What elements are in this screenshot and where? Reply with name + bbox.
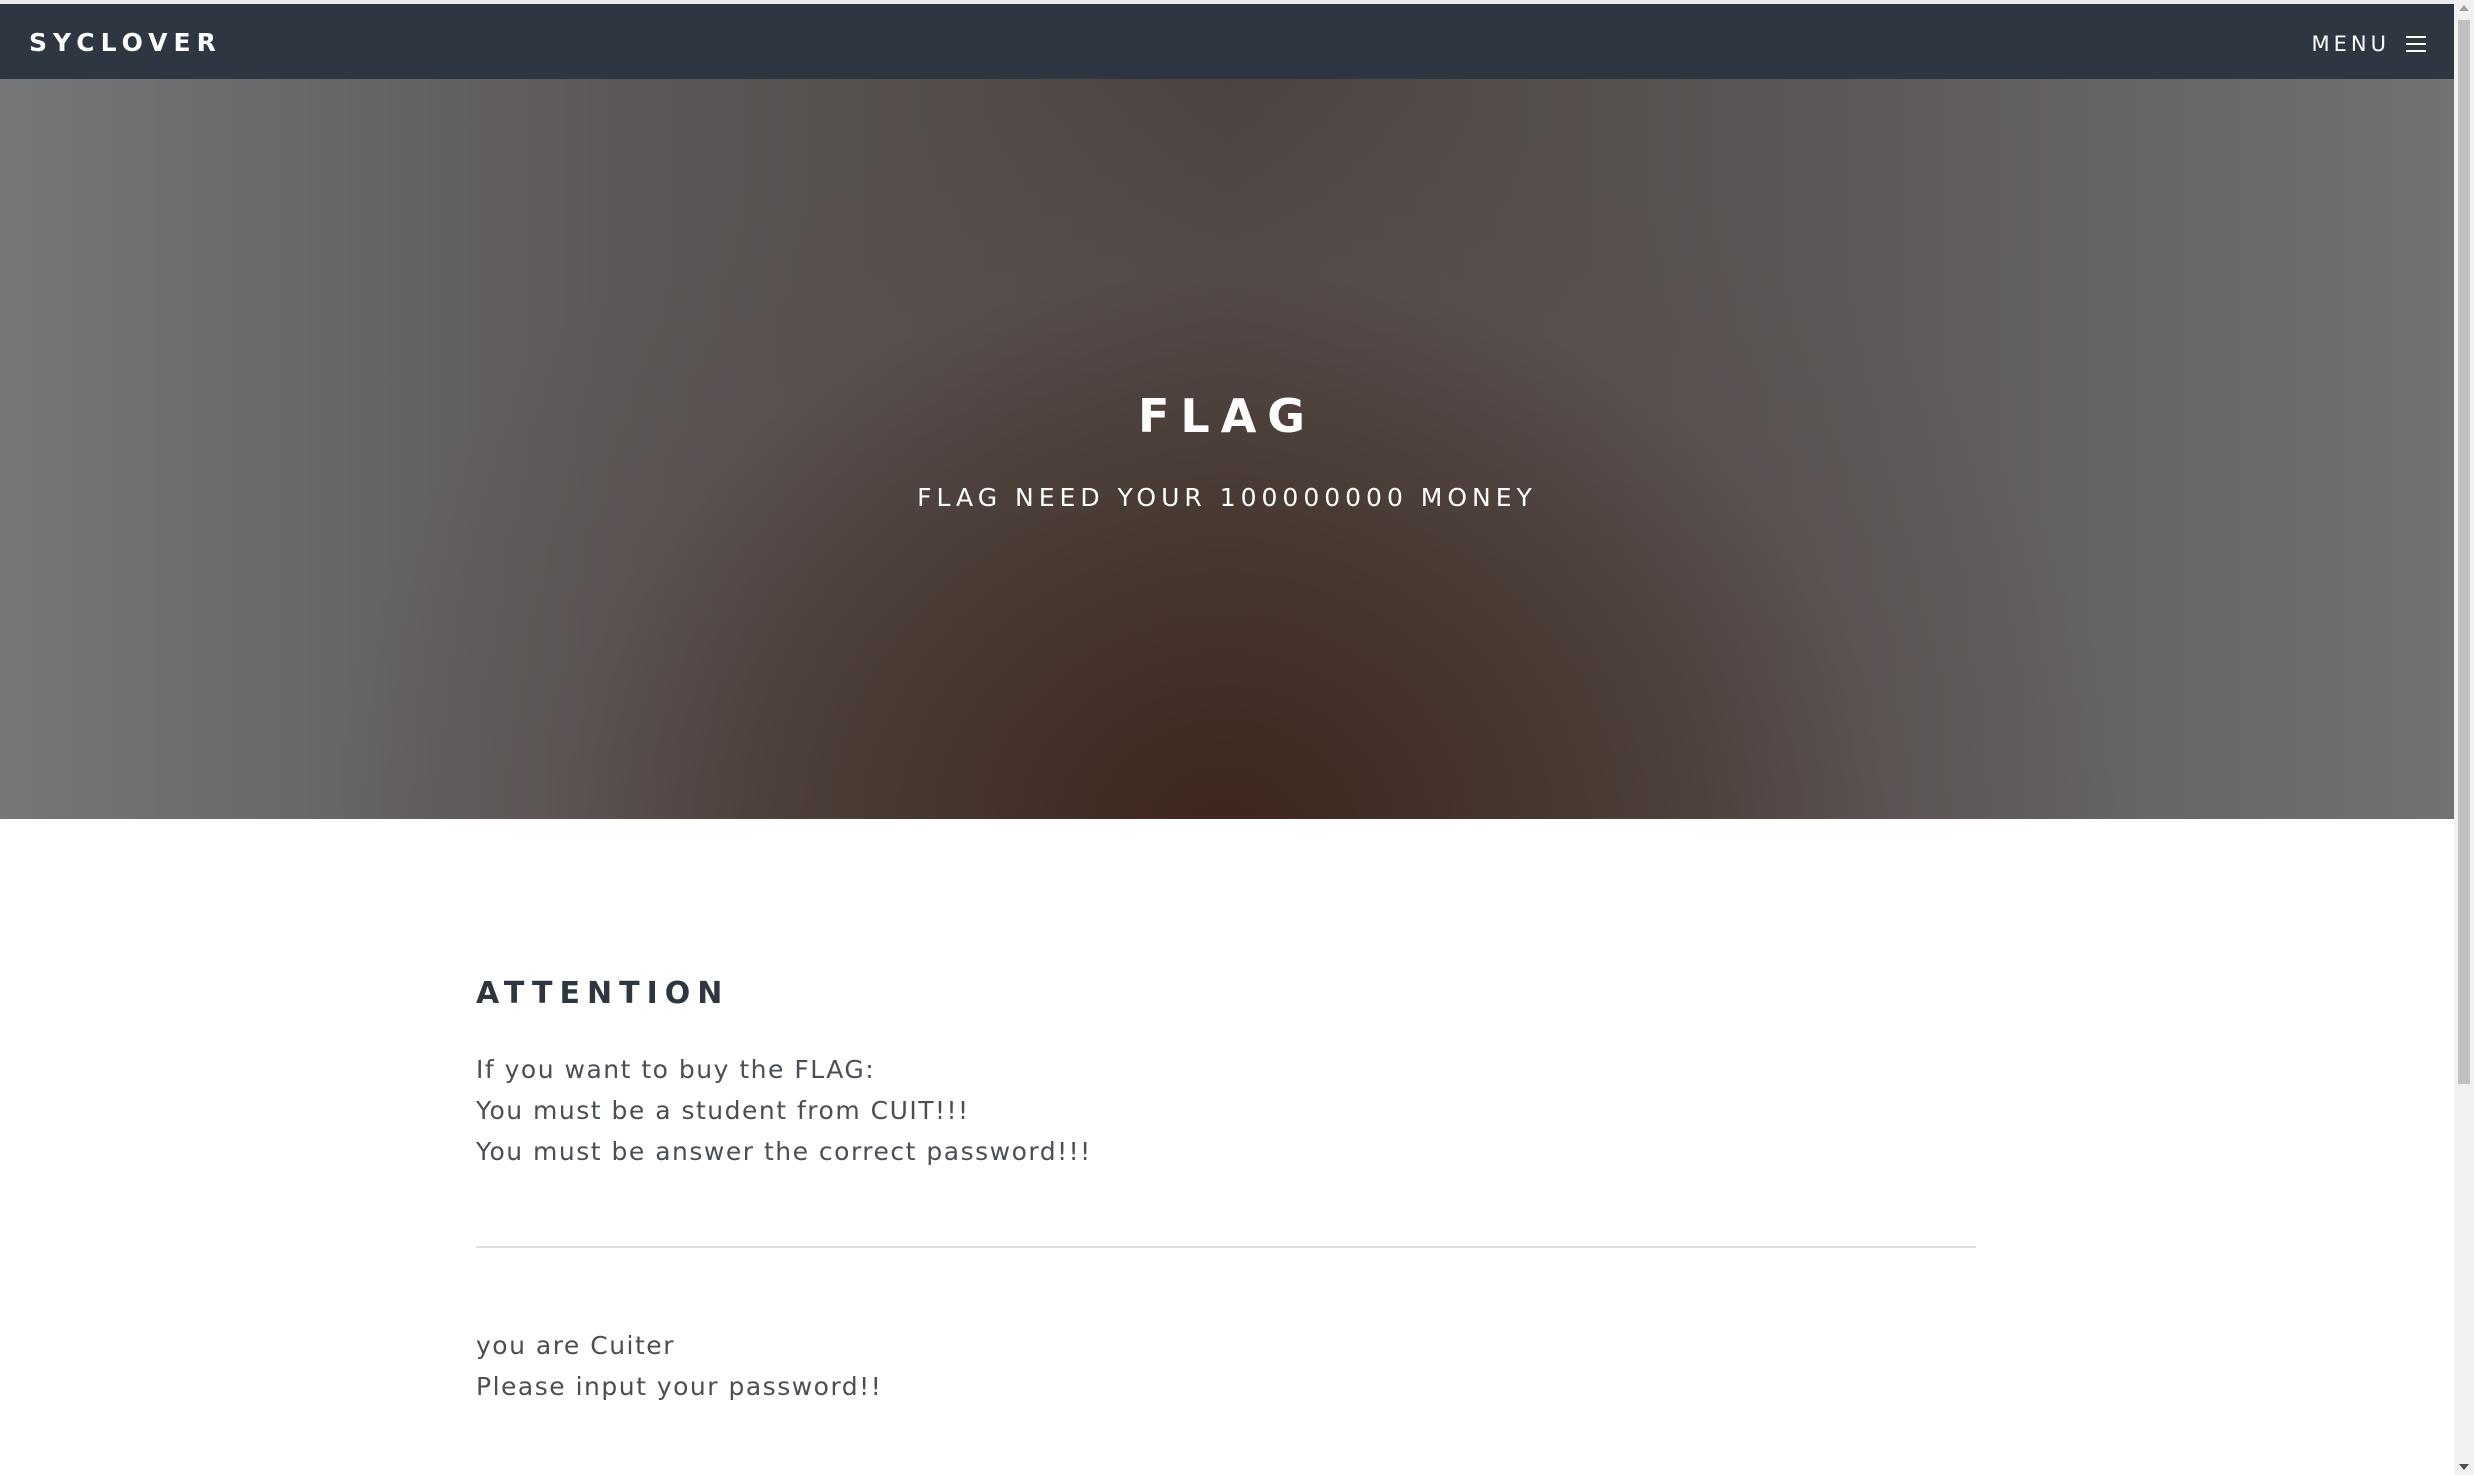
intro-text: If you want to buy the FLAG: You must be… xyxy=(476,1049,1092,1172)
status-text: you are Cuiter Please input your passwor… xyxy=(476,1325,882,1407)
status-line: Please input your password!! xyxy=(476,1372,883,1401)
status-line: you are Cuiter xyxy=(476,1331,675,1360)
page: SYCLOVER MENU FLAG FLAG NEED YOUR 100000… xyxy=(0,0,2474,1475)
scroll-up-icon[interactable] xyxy=(2459,5,2469,11)
navbar: SYCLOVER MENU xyxy=(0,4,2454,79)
hero-subtitle: FLAG NEED YOUR 100000000 MONEY xyxy=(917,483,1537,512)
brand-link[interactable]: SYCLOVER xyxy=(29,28,222,57)
menu-button[interactable]: MENU xyxy=(2312,32,2428,56)
intro-line: You must be a student from CUIT!!! xyxy=(476,1096,970,1125)
intro-line: You must be answer the correct password!… xyxy=(476,1137,1092,1166)
scrollbar-thumb[interactable] xyxy=(2458,20,2470,1084)
divider xyxy=(476,1246,1976,1248)
scroll-down-icon[interactable] xyxy=(2459,1464,2469,1470)
intro-line: If you want to buy the FLAG: xyxy=(476,1055,876,1084)
section-heading: ATTENTION xyxy=(476,976,730,1011)
hero-title: FLAG xyxy=(1137,389,1317,443)
hero-banner: FLAG FLAG NEED YOUR 100000000 MONEY xyxy=(0,79,2454,819)
menu-label: MENU xyxy=(2311,32,2390,56)
vertical-scrollbar[interactable] xyxy=(2454,0,2474,1475)
hamburger-icon xyxy=(2406,35,2428,53)
side-tab-handle[interactable] xyxy=(0,706,22,734)
